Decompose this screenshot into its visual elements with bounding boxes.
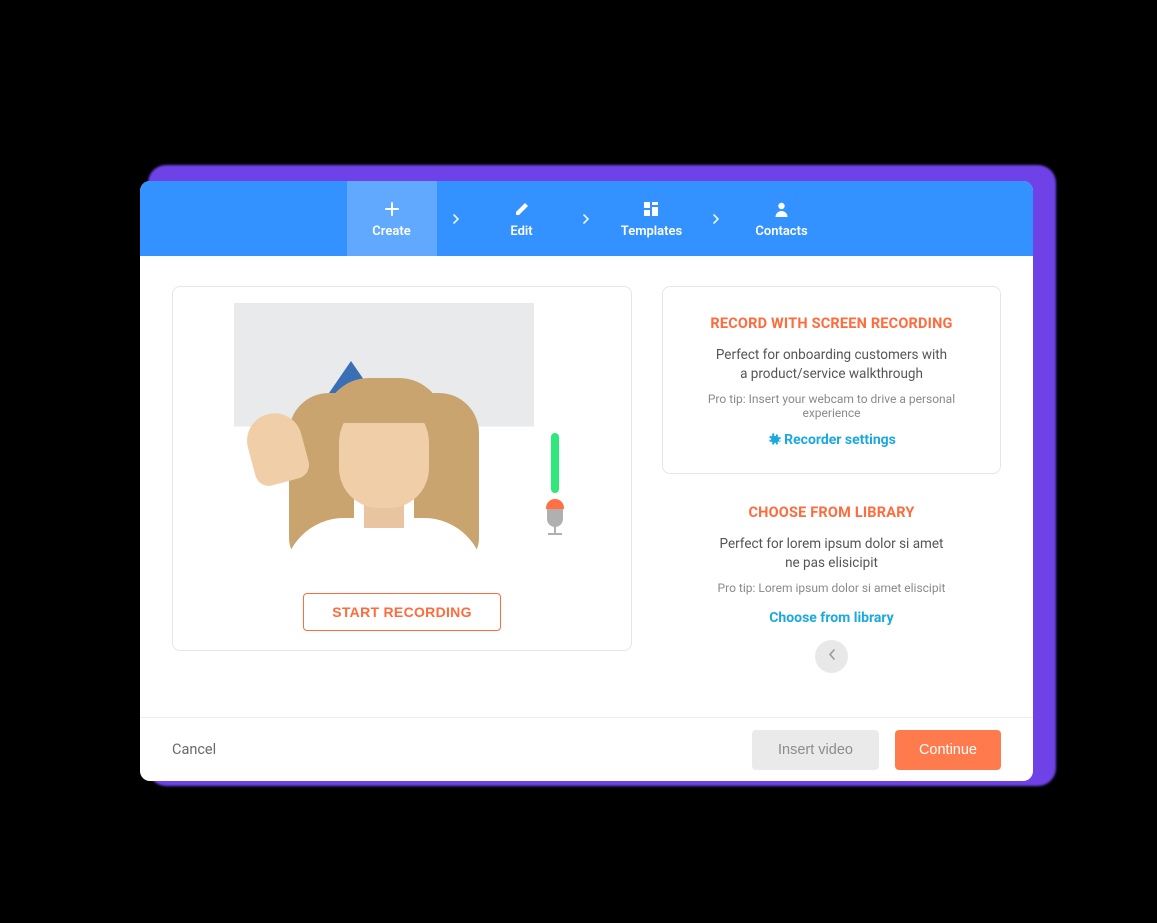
gear-icon — [767, 433, 781, 447]
link-label: Recorder settings — [784, 432, 896, 448]
step-contacts[interactable]: Contacts — [737, 181, 827, 256]
webcam-preview-wrap — [234, 303, 570, 578]
step-create[interactable]: Create — [347, 181, 437, 256]
person-icon — [775, 198, 788, 220]
step-label: Edit — [510, 224, 532, 239]
chevron-left-icon — [828, 648, 835, 664]
library-card: CHOOSE FROM LIBRARY Perfect for lorem ip… — [662, 504, 1001, 673]
audio-level-bar — [551, 433, 559, 493]
webcam-preview — [234, 303, 534, 578]
step-label: Contacts — [755, 224, 807, 239]
choose-from-library-link[interactable]: Choose from library — [769, 610, 893, 626]
modal-footer: Cancel Insert video Continue — [140, 717, 1033, 781]
step-header: Create Edit Templates Contacts — [140, 181, 1033, 256]
card-description: Perfect for onboarding customers with a … — [683, 346, 980, 384]
audio-level-meter — [540, 433, 570, 535]
webcam-card: START RECORDING — [172, 286, 632, 651]
card-description: Perfect for lorem ipsum dolor si amet ne… — [682, 535, 981, 573]
card-tip: Pro tip: Lorem ipsum dolor si amet elisc… — [682, 581, 981, 595]
step-edit[interactable]: Edit — [477, 181, 567, 256]
dashboard-icon — [644, 198, 659, 220]
options-column: RECORD WITH SCREEN RECORDING Perfect for… — [662, 286, 1001, 702]
card-title: RECORD WITH SCREEN RECORDING — [683, 315, 980, 332]
pencil-icon — [514, 198, 529, 220]
previous-button[interactable] — [815, 640, 848, 673]
chevron-right-icon — [437, 181, 477, 256]
modal-panel: Create Edit Templates Contacts — [140, 181, 1033, 781]
start-recording-button[interactable]: START RECORDING — [303, 593, 501, 631]
card-tip: Pro tip: Insert your webcam to drive a p… — [683, 392, 980, 420]
step-label: Create — [372, 224, 410, 239]
chevron-right-icon — [567, 181, 607, 256]
screen-recording-card: RECORD WITH SCREEN RECORDING Perfect for… — [662, 286, 1001, 474]
microphone-icon — [546, 499, 564, 535]
card-title: CHOOSE FROM LIBRARY — [682, 504, 981, 521]
step-templates[interactable]: Templates — [607, 181, 697, 256]
chevron-right-icon — [697, 181, 737, 256]
insert-video-button[interactable]: Insert video — [752, 730, 879, 770]
plus-icon — [384, 198, 400, 220]
person-illustration — [254, 348, 514, 578]
modal-body: START RECORDING RECORD WITH SCREEN RECOR… — [140, 256, 1033, 717]
continue-button[interactable]: Continue — [895, 730, 1001, 770]
recorder-settings-link[interactable]: Recorder settings — [767, 432, 896, 448]
link-label: Choose from library — [769, 610, 893, 626]
step-label: Templates — [621, 224, 682, 239]
cancel-link[interactable]: Cancel — [172, 741, 216, 758]
